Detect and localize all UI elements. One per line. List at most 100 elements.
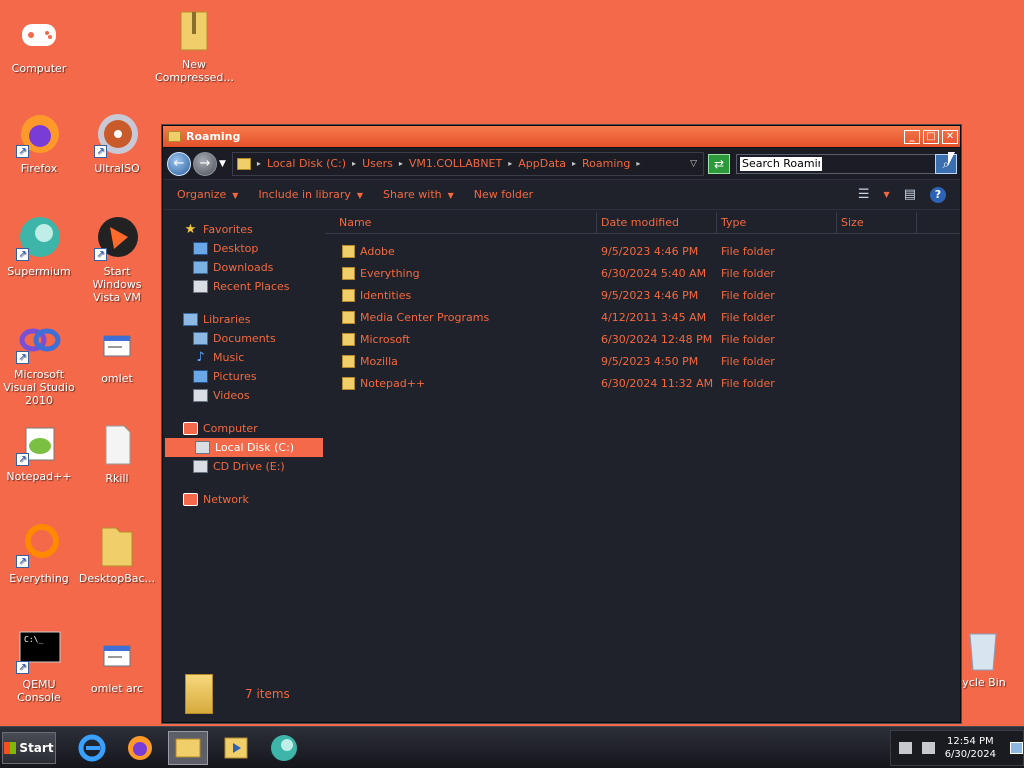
taskbar-internet-explorer[interactable] bbox=[72, 731, 112, 765]
column-header-type[interactable]: Type bbox=[717, 212, 837, 234]
organize-button[interactable]: Organize ▼ bbox=[177, 188, 238, 201]
zip-folder-icon bbox=[171, 8, 217, 54]
nav-item-downloads[interactable]: Downloads bbox=[163, 258, 325, 277]
chevron-right-icon[interactable]: ▸ bbox=[508, 159, 512, 168]
window-controls: _ □ ✕ bbox=[904, 129, 960, 144]
file-row[interactable]: Media Center Programs 4/12/2011 3:45 AM … bbox=[325, 306, 960, 328]
recent-pages-dropdown[interactable]: ▼ bbox=[219, 159, 226, 169]
file-row[interactable]: Everything 6/30/2024 5:40 AM File folder bbox=[325, 262, 960, 284]
desktop-icon-firefox[interactable]: ↗ Firefox bbox=[0, 112, 78, 175]
back-button[interactable]: ← bbox=[167, 151, 191, 176]
notepad-plus-plus-icon: ↗ bbox=[16, 420, 62, 466]
breadcrumb-item-roaming[interactable]: Roaming bbox=[582, 157, 630, 170]
nav-item-videos[interactable]: Videos bbox=[163, 386, 325, 405]
nav-item-favorites[interactable]: ★ Favorites bbox=[163, 220, 325, 239]
address-history-dropdown[interactable]: ▽ bbox=[690, 159, 697, 169]
chevron-right-icon[interactable]: ▸ bbox=[399, 159, 403, 168]
shortcut-arrow-icon: ↗ bbox=[16, 351, 29, 364]
share-with-button[interactable]: Share with ▼ bbox=[383, 188, 454, 201]
shortcut-arrow-icon: ↗ bbox=[94, 145, 107, 158]
clock[interactable]: 12:54 PM 6/30/2024 bbox=[945, 735, 996, 761]
minimize-button[interactable]: _ bbox=[904, 129, 920, 144]
nav-item-pictures[interactable]: Pictures bbox=[163, 367, 325, 386]
folder-icon bbox=[168, 131, 181, 142]
chevron-right-icon[interactable]: ▸ bbox=[636, 159, 640, 168]
file-row[interactable]: Identities 9/5/2023 4:46 PM File folder bbox=[325, 284, 960, 306]
window-title: Roaming bbox=[186, 130, 241, 143]
folder-icon bbox=[342, 376, 355, 390]
disc-icon: ↗ bbox=[94, 112, 140, 158]
file-row[interactable]: Microsoft 6/30/2024 12:48 PM File folder bbox=[325, 328, 960, 350]
desktop-icon-visual-studio[interactable]: ↗ Microsoft Visual Studio 2010 bbox=[0, 318, 78, 407]
breadcrumb-item-local-disk[interactable]: Local Disk (C:) bbox=[267, 157, 346, 170]
chevron-right-icon[interactable]: ▸ bbox=[257, 159, 261, 168]
nav-item-local-disk[interactable]: Local Disk (C:) bbox=[165, 438, 323, 457]
desktop-icon-ultraiso[interactable]: ↗ UltraISO bbox=[78, 112, 156, 175]
file-row[interactable]: Adobe 9/5/2023 4:46 PM File folder bbox=[325, 240, 960, 262]
taskbar-supermium[interactable] bbox=[264, 731, 304, 765]
maximize-button[interactable]: □ bbox=[923, 129, 939, 144]
desktop-icon-omlet-arc[interactable]: omlet arc bbox=[78, 632, 156, 695]
chevron-right-icon[interactable]: ▸ bbox=[572, 159, 576, 168]
desktop-icon-computer[interactable]: Computer bbox=[0, 12, 78, 75]
desktop-icon-everything[interactable]: ↗ Everything bbox=[0, 522, 78, 585]
taskbar-windows-explorer[interactable] bbox=[168, 730, 208, 765]
volume-muted-icon[interactable] bbox=[921, 741, 935, 754]
desktop-icon-qemu-console[interactable]: C:\_ ↗ QEMU Console bbox=[0, 628, 78, 704]
videos-icon bbox=[193, 389, 208, 402]
file-list: Adobe 9/5/2023 4:46 PM File folder Every… bbox=[325, 234, 960, 394]
nav-item-music[interactable]: ♪ Music bbox=[163, 348, 325, 367]
desktop-icon-desktopbac[interactable]: DesktopBac... bbox=[78, 522, 156, 585]
breadcrumb[interactable]: ▸ Local Disk (C:) ▸ Users ▸ VM1.COLLABNE… bbox=[231, 151, 704, 176]
nav-item-desktop[interactable]: Desktop bbox=[163, 239, 325, 258]
view-options-dropdown[interactable]: ▼ bbox=[884, 190, 890, 199]
nav-item-libraries[interactable]: Libraries bbox=[163, 310, 325, 329]
nav-item-documents[interactable]: Documents bbox=[163, 329, 325, 348]
libraries-icon bbox=[183, 313, 198, 326]
supermium-icon: ↗ bbox=[16, 215, 62, 261]
nav-item-recent-places[interactable]: Recent Places bbox=[163, 277, 325, 296]
new-folder-button[interactable]: New folder bbox=[474, 188, 533, 201]
column-header-size[interactable]: Size bbox=[837, 212, 917, 234]
desktop-icon-start-windows-vista-vm[interactable]: ↗ Start Windows Vista VM bbox=[78, 215, 156, 304]
desktop-icon-supermium[interactable]: ↗ Supermium bbox=[0, 215, 78, 278]
include-in-library-button[interactable]: Include in library ▼ bbox=[258, 188, 363, 201]
start-button[interactable]: Start bbox=[2, 731, 56, 764]
column-header-name[interactable]: Name bbox=[325, 212, 597, 234]
nav-item-computer[interactable]: Computer bbox=[163, 419, 325, 438]
view-list-icon[interactable]: ☰ bbox=[858, 187, 870, 202]
search-box: ⌕ bbox=[736, 153, 957, 174]
taskbar-firefox[interactable] bbox=[120, 731, 160, 765]
file-row[interactable]: Notepad++ 6/30/2024 11:32 AM File folder bbox=[325, 372, 960, 394]
column-header-date-modified[interactable]: Date modified bbox=[597, 212, 717, 234]
desktop-icon bbox=[193, 242, 208, 255]
help-icon[interactable]: ? bbox=[930, 186, 946, 203]
breadcrumb-item-users[interactable]: Users bbox=[362, 157, 393, 170]
refresh-button[interactable]: ⇄ bbox=[708, 153, 730, 174]
folder-icon bbox=[342, 266, 355, 280]
desktop-icon-new-compressed[interactable]: New Compressed... bbox=[155, 8, 234, 84]
desktop-icon-rkill[interactable]: Rkill bbox=[78, 422, 156, 485]
breadcrumb-item-appdata[interactable]: AppData bbox=[518, 157, 566, 170]
system-tray: 12:54 PM 6/30/2024 bbox=[890, 729, 1024, 766]
folder-icon bbox=[342, 354, 355, 368]
desktop-icon-label: QEMU Console bbox=[17, 678, 61, 704]
chevron-right-icon[interactable]: ▸ bbox=[352, 159, 356, 168]
nav-item-network[interactable]: Network bbox=[163, 490, 325, 509]
preview-pane-icon[interactable]: ▤ bbox=[904, 187, 916, 202]
nav-item-cd-drive[interactable]: CD Drive (E:) bbox=[163, 457, 325, 476]
show-desktop-icon[interactable] bbox=[1009, 741, 1023, 754]
forward-button[interactable]: → bbox=[193, 151, 217, 176]
taskbar-media-player[interactable] bbox=[216, 731, 256, 765]
window-titlebar[interactable]: Roaming _ □ ✕ bbox=[163, 126, 960, 148]
desktop-icon-notepad-plus-plus[interactable]: ↗ Notepad++ bbox=[0, 420, 78, 483]
music-note-icon: ♪ bbox=[196, 350, 205, 365]
file-row[interactable]: Mozilla 9/5/2023 4:50 PM File folder bbox=[325, 350, 960, 372]
search-input[interactable] bbox=[740, 156, 822, 171]
network-status-icon[interactable] bbox=[899, 741, 912, 754]
folder-icon bbox=[342, 332, 355, 346]
item-count: 7 items bbox=[245, 687, 290, 701]
desktop-icon-omlet[interactable]: omlet bbox=[78, 322, 156, 385]
breadcrumb-item-vm1-collabnet[interactable]: VM1.COLLABNET bbox=[409, 157, 502, 170]
close-button[interactable]: ✕ bbox=[942, 129, 958, 144]
